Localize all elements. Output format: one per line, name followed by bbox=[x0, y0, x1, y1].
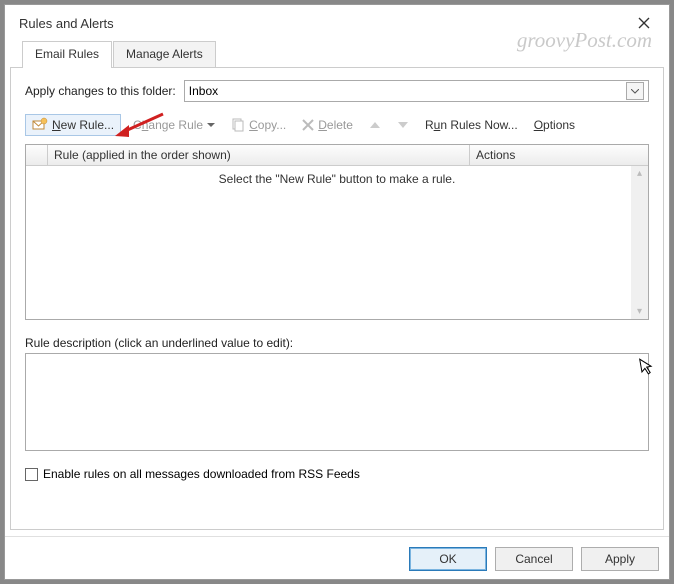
move-down-button[interactable] bbox=[395, 117, 411, 133]
rules-list-empty-message: Select the "New Rule" button to make a r… bbox=[26, 166, 648, 186]
chevron-down-icon bbox=[631, 89, 639, 94]
tab-email-rules[interactable]: Email Rules bbox=[22, 41, 112, 68]
cancel-button[interactable]: Cancel bbox=[495, 547, 573, 571]
arrow-down-icon bbox=[398, 121, 408, 129]
new-rule-icon bbox=[32, 117, 48, 133]
rule-description-box bbox=[25, 353, 649, 451]
folder-select-value: Inbox bbox=[189, 84, 622, 98]
column-rule[interactable]: Rule (applied in the order shown) bbox=[48, 145, 470, 165]
new-rule-button[interactable]: New Rule... bbox=[25, 114, 121, 136]
rss-checkbox-row: Enable rules on all messages downloaded … bbox=[25, 467, 649, 481]
rss-checkbox[interactable] bbox=[25, 468, 38, 481]
rule-description-label: Rule description (click an underlined va… bbox=[25, 336, 649, 350]
copy-button[interactable]: Copy... bbox=[227, 116, 290, 134]
column-checkbox[interactable] bbox=[26, 145, 48, 165]
delete-icon bbox=[302, 119, 314, 131]
scrollbar[interactable]: ▴ ▾ bbox=[631, 166, 648, 319]
rules-list-body: Select the "New Rule" button to make a r… bbox=[26, 166, 648, 319]
column-actions[interactable]: Actions bbox=[470, 145, 648, 165]
tab-strip: Email Rules Manage Alerts bbox=[10, 41, 664, 68]
title-bar: Rules and Alerts bbox=[5, 5, 669, 41]
scroll-down-icon: ▾ bbox=[637, 306, 642, 317]
folder-select[interactable]: Inbox bbox=[184, 80, 649, 102]
arrow-up-icon bbox=[370, 121, 380, 129]
rules-list: Rule (applied in the order shown) Action… bbox=[25, 144, 649, 320]
window-title: Rules and Alerts bbox=[19, 16, 629, 31]
rss-checkbox-label: Enable rules on all messages downloaded … bbox=[43, 467, 360, 481]
delete-button[interactable]: Delete bbox=[298, 116, 357, 134]
ok-button[interactable]: OK bbox=[409, 547, 487, 571]
close-icon bbox=[638, 17, 650, 29]
apply-folder-row: Apply changes to this folder: Inbox bbox=[25, 80, 649, 102]
copy-icon bbox=[231, 118, 245, 132]
close-button[interactable] bbox=[629, 11, 659, 35]
rules-list-header: Rule (applied in the order shown) Action… bbox=[26, 145, 648, 166]
options-button[interactable]: Options bbox=[530, 116, 579, 134]
folder-dropdown-button[interactable] bbox=[626, 82, 644, 100]
toolbar: New Rule... Change Rule Copy... Delete bbox=[25, 112, 649, 138]
apply-button[interactable]: Apply bbox=[581, 547, 659, 571]
tab-content-email-rules: Apply changes to this folder: Inbox New … bbox=[10, 68, 664, 530]
apply-folder-label: Apply changes to this folder: bbox=[25, 84, 176, 98]
dialog-button-row: OK Cancel Apply bbox=[5, 536, 669, 579]
tab-manage-alerts[interactable]: Manage Alerts bbox=[113, 41, 216, 67]
rules-and-alerts-dialog: Rules and Alerts Email Rules Manage Aler… bbox=[4, 4, 670, 580]
move-up-button[interactable] bbox=[367, 117, 383, 133]
scroll-up-icon: ▴ bbox=[637, 168, 642, 179]
run-rules-now-button[interactable]: Run Rules Now... bbox=[421, 116, 522, 134]
change-rule-button[interactable]: Change Rule bbox=[129, 116, 219, 134]
